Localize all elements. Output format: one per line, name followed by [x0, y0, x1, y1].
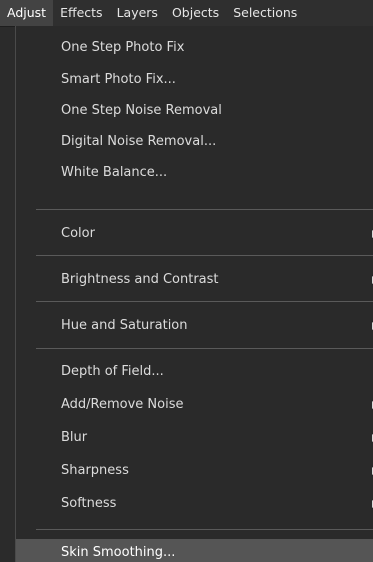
menu-item-label: Color: [61, 226, 95, 241]
menu-item-label: Hue and Saturation: [61, 318, 188, 333]
menu-layers[interactable]: Layers: [110, 0, 165, 26]
adjust-dropdown-menu: One Step Photo Fix Smart Photo Fix... On…: [15, 26, 373, 562]
menu-item-label: Add/Remove Noise: [61, 397, 184, 412]
menu-bar: Adjust Effects Layers Objects Selections: [0, 0, 373, 27]
menu-item-color[interactable]: Color: [16, 219, 373, 248]
menu-item-brightness-and-contrast[interactable]: Brightness and Contrast: [16, 265, 373, 294]
menu-separator: [36, 529, 373, 530]
menu-item-label: Sharpness: [61, 463, 129, 478]
menu-item-smart-photo-fix[interactable]: Smart Photo Fix...: [16, 65, 373, 94]
menu-separator: [36, 301, 373, 302]
menu-effects[interactable]: Effects: [53, 0, 110, 26]
menu-item-softness[interactable]: Softness: [16, 489, 373, 518]
menu-item-label: Blur: [61, 430, 88, 445]
menu-item-label: Brightness and Contrast: [61, 272, 219, 287]
menu-item-depth-of-field[interactable]: Depth of Field...: [16, 357, 373, 386]
menu-item-white-balance[interactable]: White Balance...: [16, 158, 373, 187]
menu-objects[interactable]: Objects: [165, 0, 226, 26]
menu-item-skin-smoothing[interactable]: Skin Smoothing...: [16, 539, 373, 562]
menu-adjust[interactable]: Adjust: [0, 0, 54, 26]
menu-item-label: Softness: [61, 496, 117, 511]
menu-separator: [36, 209, 373, 210]
app-window: Adjust Effects Layers Objects Selections…: [0, 0, 373, 562]
menu-item-hue-and-saturation[interactable]: Hue and Saturation: [16, 311, 373, 340]
menu-item-digital-noise-removal[interactable]: Digital Noise Removal...: [16, 127, 373, 156]
menu-item-one-step-noise-removal[interactable]: One Step Noise Removal: [16, 96, 373, 125]
menu-item-add-remove-noise[interactable]: Add/Remove Noise: [16, 390, 373, 419]
menu-separator: [36, 255, 373, 256]
menu-item-sharpness[interactable]: Sharpness: [16, 456, 373, 485]
menu-item-one-step-photo-fix[interactable]: One Step Photo Fix: [16, 33, 373, 62]
menu-item-blur[interactable]: Blur: [16, 423, 373, 452]
menu-separator: [36, 348, 373, 349]
menu-selections[interactable]: Selections: [226, 0, 304, 26]
